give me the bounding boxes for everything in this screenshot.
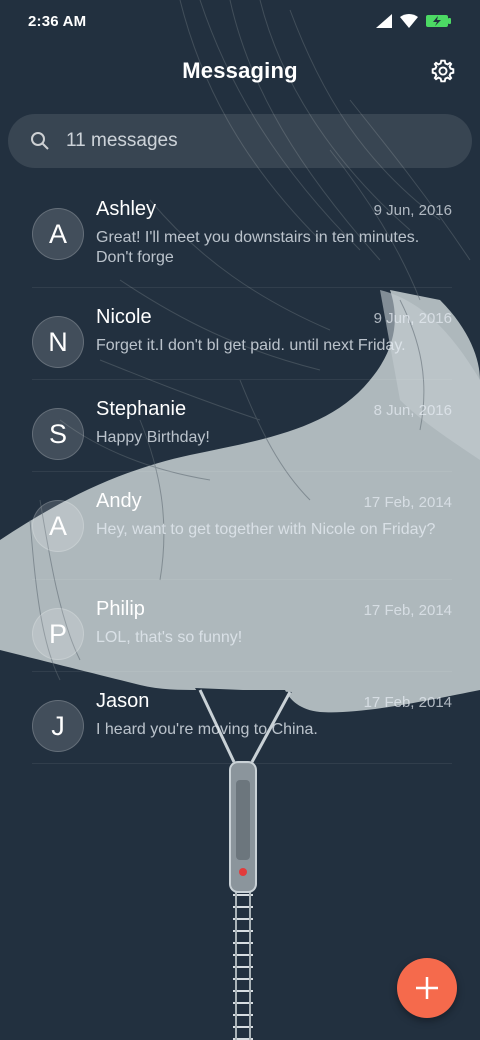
contact-name: Nicole	[96, 306, 152, 328]
contact-name: Stephanie	[96, 398, 187, 420]
search-input[interactable]	[64, 129, 428, 153]
conversation-row[interactable]: A Ashley 9 Jun, 2016 Great! I'll meet yo…	[32, 180, 452, 288]
conversation-row[interactable]: A Andy 17 Feb, 2014 Hey, want to get tog…	[32, 472, 452, 580]
message-preview: Forget it.I don't bl get paid. until nex…	[96, 337, 406, 354]
status-bar: 2:36 AM	[0, 0, 480, 42]
app-header: Messaging	[0, 48, 480, 98]
message-date: 17 Feb, 2014	[363, 602, 452, 619]
search-bar[interactable]	[8, 114, 472, 168]
conversation-row[interactable]: P Philip 17 Feb, 2014 LOL, that's so fun…	[32, 580, 452, 672]
message-date: 8 Jun, 2016	[373, 402, 452, 419]
battery-charging-icon	[426, 15, 451, 27]
contact-name: Philip	[96, 598, 145, 620]
message-date: 17 Feb, 2014	[363, 694, 452, 711]
contact-name: Andy	[96, 490, 142, 512]
message-preview: Happy Birthday!	[96, 429, 210, 446]
avatar: S	[32, 408, 84, 460]
avatar: J	[32, 700, 84, 752]
signal-icon	[376, 14, 392, 28]
new-message-button[interactable]	[397, 958, 457, 1018]
avatar: A	[32, 208, 84, 260]
message-preview: LOL, that's so funny!	[96, 629, 243, 646]
avatar: N	[32, 316, 84, 368]
message-date: 9 Jun, 2016	[373, 202, 452, 219]
conversation-list: A Ashley 9 Jun, 2016 Great! I'll meet yo…	[0, 180, 480, 764]
gear-icon[interactable]	[430, 58, 456, 84]
message-preview: I heard you're moving to China.	[96, 721, 318, 738]
search-icon	[31, 132, 49, 150]
wifi-icon	[400, 14, 418, 28]
contact-name: Jason	[96, 690, 150, 712]
plus-icon	[416, 977, 438, 999]
contact-name: Ashley	[96, 198, 157, 220]
conversation-row[interactable]: S Stephanie 8 Jun, 2016 Happy Birthday!	[32, 380, 452, 472]
status-icons	[376, 14, 452, 28]
message-preview: Great! I'll meet you downstairs in ten m…	[96, 229, 420, 266]
page-title: Messaging	[182, 58, 298, 83]
message-date: 17 Feb, 2014	[363, 494, 452, 511]
status-time: 2:36 AM	[28, 12, 87, 30]
conversation-row[interactable]: N Nicole 9 Jun, 2016 Forget it.I don't b…	[32, 288, 452, 380]
message-date: 9 Jun, 2016	[373, 310, 452, 327]
conversation-row[interactable]: J Jason 17 Feb, 2014 I heard you're movi…	[32, 672, 452, 764]
avatar: A	[32, 500, 84, 552]
avatar: P	[32, 608, 84, 660]
message-preview: Hey, want to get together with Nicole on…	[96, 521, 436, 538]
